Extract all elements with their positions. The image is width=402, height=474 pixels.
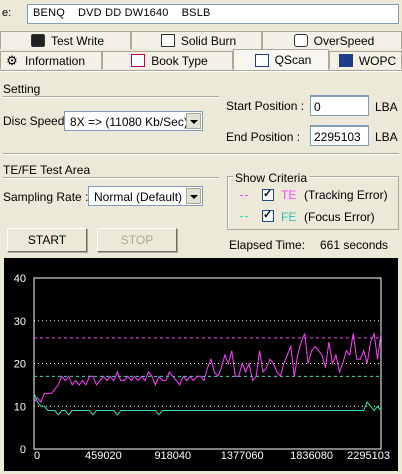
end-position-value: 2295103	[314, 130, 361, 144]
test-area-divider	[3, 177, 219, 178]
tab-divider	[0, 70, 402, 71]
tab-label: Solid Burn	[180, 33, 237, 48]
tab-book-type[interactable]: Book Type	[102, 51, 233, 69]
setting-divider	[3, 96, 219, 97]
start-position-input[interactable]: 0	[310, 95, 369, 116]
tab-label: OverSpeed	[313, 33, 375, 48]
elapsed-time-value: 661 seconds	[320, 238, 389, 252]
fe-legend-line	[240, 216, 248, 217]
sampling-rate-select[interactable]: Normal (Default)	[88, 186, 203, 206]
x-tick-label: 2295103	[347, 450, 390, 462]
tab-label: Test Write	[50, 33, 105, 48]
test-area-title: TE/FE Test Area	[3, 163, 91, 177]
tab-information[interactable]: ⚙ Information	[0, 51, 102, 69]
tab-qscan[interactable]: QScan	[233, 49, 329, 70]
disc-speed-value: 8X => (11080 Kb/Sec)	[70, 115, 188, 129]
test-write-icon	[30, 34, 45, 47]
book-type-icon	[131, 54, 146, 67]
end-position-label: End Position :	[226, 130, 301, 144]
x-tick-label: 1377060	[221, 450, 264, 462]
wopc-icon	[338, 54, 353, 67]
setting-title: Setting	[3, 82, 41, 96]
x-tick-label: 0	[34, 450, 40, 462]
test-area-divider-top	[3, 153, 399, 154]
end-position-input[interactable]: 2295103	[310, 125, 369, 146]
elapsed-time-label: Elapsed Time:	[229, 238, 306, 252]
y-tick-label: 10	[14, 401, 26, 413]
start-button[interactable]: START	[7, 228, 87, 252]
fe-description: (Focus Error)	[304, 210, 375, 224]
tab-overspeed[interactable]: OverSpeed	[262, 31, 402, 49]
te-legend-line	[240, 195, 248, 196]
disc-speed-select[interactable]: 8X => (11080 Kb/Sec)	[64, 111, 203, 131]
fe-code: FE	[281, 210, 297, 224]
show-criteria-title: Show Criteria	[233, 171, 310, 185]
tab-row-2: ⚙ Information Book Type QScan WOPC	[0, 49, 402, 70]
gear-icon: ⚙	[6, 53, 18, 68]
tab-label: QScan	[274, 53, 312, 67]
te-description: (Tracking Error)	[304, 188, 388, 202]
drive-name: BENQ DVD DD DW1640 BSLB	[33, 7, 211, 19]
stop-button[interactable]: STOP	[97, 228, 177, 252]
sampling-rate-value: Normal (Default)	[94, 190, 183, 204]
qscan-chart: 0 10 20 30 40 0 459020 918040 1377060 1836080 2295…	[4, 258, 398, 471]
x-tick-label: 918040	[154, 450, 191, 462]
tab-solid-burn[interactable]: Solid Burn	[131, 31, 262, 49]
te-code: TE	[281, 188, 297, 202]
y-tick-label: 30	[14, 316, 26, 328]
x-tick-label: 459020	[85, 450, 122, 462]
y-tick-label: 40	[14, 273, 26, 285]
fe-series-line	[33, 393, 382, 416]
tab-label: WOPC	[358, 53, 397, 68]
x-tick-label: 1836080	[290, 450, 333, 462]
te-checkbox[interactable]	[262, 187, 274, 201]
qscan-icon	[254, 53, 269, 67]
tab-row-1: Test Write Solid Burn OverSpeed	[0, 30, 402, 49]
overspeed-icon	[293, 34, 308, 47]
end-unit: LBA	[375, 130, 398, 144]
qscan-chart-svg: 0 10 20 30 40 0 459020 918040 1377060 1836080 2295…	[14, 273, 390, 462]
start-position-label: Start Position :	[226, 99, 305, 113]
y-tick-label: 0	[20, 444, 26, 456]
chevron-down-icon[interactable]	[186, 113, 201, 129]
fe-checkbox[interactable]	[262, 208, 274, 222]
start-unit: LBA	[375, 100, 398, 114]
y-tick-label: 20	[14, 359, 26, 371]
drive-prefix: e:	[2, 7, 12, 19]
tab-test-write[interactable]: Test Write	[0, 31, 131, 49]
start-position-value: 0	[314, 100, 321, 114]
chevron-down-icon[interactable]	[186, 188, 201, 204]
tab-wopc[interactable]: WOPC	[329, 51, 402, 69]
tab-label: Information	[25, 53, 86, 68]
solid-burn-icon	[160, 34, 175, 47]
sampling-rate-label: Sampling Rate :	[3, 190, 89, 204]
te-series-line	[33, 331, 382, 403]
disc-speed-label: Disc Speed:	[3, 114, 68, 128]
tab-label: Book Type	[151, 53, 208, 68]
